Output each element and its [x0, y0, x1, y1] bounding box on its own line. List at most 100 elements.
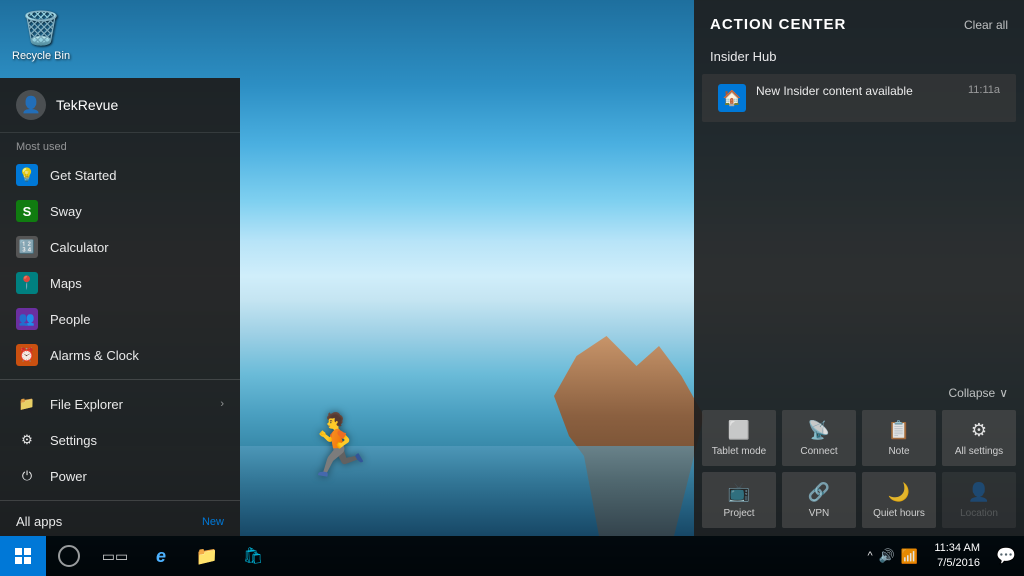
tray-clock[interactable]: 11:34 AM 7/5/2016	[926, 541, 988, 572]
quick-action-connect[interactable]: 📡 Connect	[782, 410, 856, 466]
quick-action-project[interactable]: 📺 Project	[702, 472, 776, 528]
menu-separator	[0, 379, 240, 380]
maps-label: Maps	[50, 276, 82, 291]
notification-insider-hub[interactable]: 🏠 New Insider content available 11:11a	[702, 74, 1016, 122]
all-apps-label: All apps	[16, 514, 62, 529]
project-icon: 📺	[728, 482, 750, 503]
vpn-label: VPN	[809, 508, 830, 520]
location-label: Location	[960, 508, 998, 520]
action-center-taskbar-button[interactable]: 💬	[988, 536, 1024, 576]
system-tray: ^ 🔊 📶 11:34 AM 7/5/2016 💬	[860, 536, 1024, 576]
clear-all-button[interactable]: Clear all	[964, 18, 1008, 32]
get-started-label: Get Started	[50, 168, 116, 183]
note-label: Note	[888, 446, 909, 458]
people-icon: 👥	[16, 308, 38, 330]
edge-icon: e	[156, 546, 166, 567]
store-icon: 🛍	[243, 546, 263, 566]
connect-label: Connect	[800, 446, 837, 458]
tablet-mode-label: Tablet mode	[712, 446, 766, 458]
tray-icons: ^ 🔊 📶	[860, 548, 927, 565]
tablet-mode-icon: ⬜	[728, 420, 750, 441]
user-avatar: 👤	[16, 90, 46, 120]
get-started-icon: 💡	[16, 164, 38, 186]
calculator-label: Calculator	[50, 240, 109, 255]
taskbar: ▭▭ e 📁 🛍 ^ 🔊 📶 11:34 AM 7/5/2016 💬	[0, 536, 1024, 576]
cortana-button[interactable]	[46, 536, 92, 576]
quick-action-location[interactable]: 👤 Location	[942, 472, 1016, 528]
quiet-hours-icon: 🌙	[888, 482, 910, 503]
menu-item-calculator[interactable]: 🔢 Calculator	[0, 229, 240, 265]
calculator-icon: 🔢	[16, 236, 38, 258]
all-settings-label: All settings	[955, 446, 1003, 458]
menu-item-sway[interactable]: S Sway	[0, 193, 240, 229]
task-view-icon: ▭▭	[102, 548, 128, 565]
ac-section-insider-hub: Insider Hub	[694, 41, 1024, 70]
start-menu: 👤 TekRevue Most used 💡 Get Started S Swa…	[0, 78, 240, 536]
all-settings-icon: ⚙	[971, 420, 987, 441]
file-explorer-taskbar-icon: 📁	[196, 546, 218, 567]
task-view-button[interactable]: ▭▭	[92, 536, 138, 576]
sway-label: Sway	[50, 204, 82, 219]
recycle-bin-icon: 🗑️	[21, 8, 61, 48]
notification-text: New Insider content available	[756, 84, 958, 98]
menu-item-alarms-clock[interactable]: ⏰ Alarms & Clock	[0, 337, 240, 373]
note-icon: 📋	[888, 420, 910, 441]
menu-item-power[interactable]: ⏻ Power	[0, 458, 240, 494]
sway-icon: S	[16, 200, 38, 222]
file-explorer-taskbar-button[interactable]: 📁	[184, 536, 230, 576]
menu-separator-2	[0, 500, 240, 501]
notification-content: New Insider content available	[756, 84, 958, 98]
menu-item-settings[interactable]: ⚙ Settings	[0, 422, 240, 458]
tray-time: 11:34 AM	[934, 541, 980, 556]
alarms-clock-label: Alarms & Clock	[50, 348, 139, 363]
chevron-up-icon[interactable]: ^	[868, 550, 873, 562]
people-label: People	[50, 312, 90, 327]
user-profile[interactable]: 👤 TekRevue	[0, 78, 240, 133]
action-center-icon: 💬	[996, 546, 1016, 566]
quick-action-all-settings[interactable]: ⚙ All settings	[942, 410, 1016, 466]
alarms-clock-icon: ⏰	[16, 344, 38, 366]
runner-silhouette: 🏃	[300, 410, 375, 481]
network-icon[interactable]: 📶	[901, 548, 918, 565]
store-button[interactable]: 🛍	[230, 536, 276, 576]
vpn-icon: 🔗	[808, 482, 830, 503]
cortana-circle-icon	[58, 545, 80, 567]
power-label: Power	[50, 469, 87, 484]
collapse-button[interactable]: Collapse ∨	[694, 374, 1024, 406]
file-explorer-icon: 📁	[16, 393, 38, 415]
maps-icon: 📍	[16, 272, 38, 294]
quick-action-note[interactable]: 📋 Note	[862, 410, 936, 466]
user-avatar-icon: 👤	[21, 95, 41, 115]
connect-icon: 📡	[808, 420, 830, 441]
settings-icon: ⚙	[16, 429, 38, 451]
quick-action-tablet-mode[interactable]: ⬜ Tablet mode	[702, 410, 776, 466]
action-center-title: ACTION CENTER	[710, 16, 846, 33]
file-explorer-chevron: ›	[220, 398, 224, 410]
menu-item-maps[interactable]: 📍 Maps	[0, 265, 240, 301]
quick-action-vpn[interactable]: 🔗 VPN	[782, 472, 856, 528]
most-used-label: Most used	[0, 133, 240, 157]
location-icon: 👤	[968, 482, 990, 503]
menu-item-file-explorer[interactable]: 📁 File Explorer ›	[0, 386, 240, 422]
notification-icon: 🏠	[718, 84, 746, 112]
action-center-header: ACTION CENTER Clear all	[694, 0, 1024, 41]
tray-date: 7/5/2016	[937, 556, 980, 571]
start-button[interactable]	[0, 536, 46, 576]
volume-icon[interactable]: 🔊	[879, 548, 895, 564]
edge-button[interactable]: e	[138, 536, 184, 576]
action-center-spacer	[694, 126, 1024, 374]
project-label: Project	[723, 508, 754, 520]
quick-action-quiet-hours[interactable]: 🌙 Quiet hours	[862, 472, 936, 528]
collapse-chevron-icon: ∨	[999, 386, 1008, 400]
menu-item-all-apps[interactable]: All apps New	[0, 507, 240, 536]
recycle-bin-label: Recycle Bin	[12, 50, 70, 62]
settings-label: Settings	[50, 433, 97, 448]
user-name: TekRevue	[56, 97, 118, 113]
recycle-bin[interactable]: 🗑️ Recycle Bin	[12, 8, 70, 62]
quiet-hours-label: Quiet hours	[873, 508, 925, 520]
menu-item-get-started[interactable]: 💡 Get Started	[0, 157, 240, 193]
action-center-panel: ACTION CENTER Clear all Insider Hub 🏠 Ne…	[694, 0, 1024, 536]
new-badge: New	[202, 516, 224, 528]
notification-time: 11:11a	[968, 84, 1000, 96]
menu-item-people[interactable]: 👥 People	[0, 301, 240, 337]
